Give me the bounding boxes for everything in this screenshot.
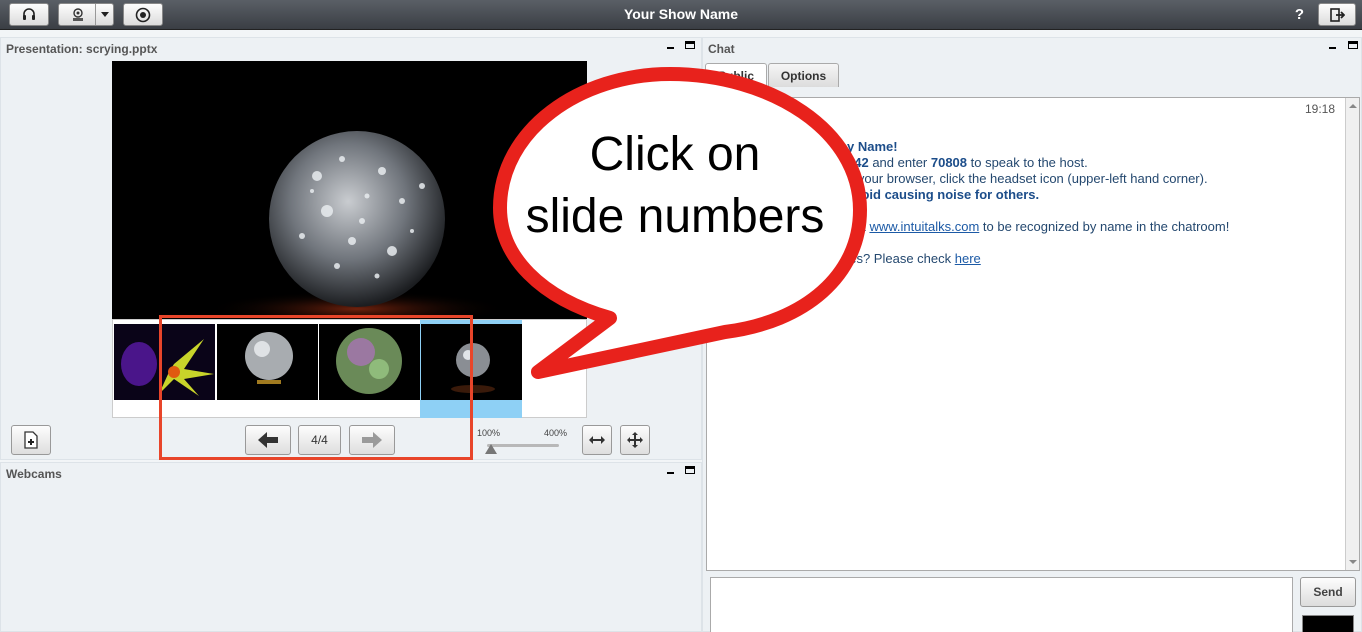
maximize-icon[interactable] — [685, 41, 695, 49]
zoom-slider-handle[interactable] — [485, 444, 497, 454]
fit-width-button[interactable] — [582, 425, 612, 455]
send-button[interactable]: Send — [1300, 577, 1356, 607]
minimize-icon[interactable] — [667, 47, 674, 49]
move-button[interactable] — [620, 425, 650, 455]
highlight-box — [159, 315, 473, 460]
text-color-picker[interactable] — [1302, 615, 1354, 632]
here-link[interactable]: here — [955, 251, 981, 266]
move-arrows-icon — [627, 432, 643, 448]
zoom-max-label: 400% — [544, 428, 568, 438]
logout-icon — [1330, 7, 1345, 22]
scroll-down-icon[interactable] — [1346, 556, 1360, 568]
logout-button[interactable] — [1318, 3, 1356, 26]
chat-input[interactable] — [710, 577, 1293, 632]
upload-document-icon — [24, 431, 38, 449]
fit-width-icon — [589, 436, 605, 444]
chat-scrollbar[interactable] — [1345, 98, 1359, 570]
chat-register-line: at www.intuitalks.com to be recognized b… — [855, 219, 1230, 234]
help-button[interactable]: ? — [1295, 6, 1304, 23]
zoom-slider-track[interactable] — [487, 444, 559, 447]
chat-timestamp: 19:18 — [1304, 102, 1335, 116]
chat-headset-line: a your browser, click the headset icon (… — [847, 171, 1208, 186]
chat-title: Chat — [708, 42, 735, 56]
upload-button[interactable] — [11, 425, 51, 455]
maximize-icon[interactable] — [1348, 41, 1358, 49]
presentation-title: Presentation: scrying.pptx — [6, 42, 158, 56]
minimize-icon[interactable] — [667, 472, 674, 474]
webcams-title: Webcams — [6, 467, 62, 481]
webcams-panel: Webcams — [0, 462, 702, 632]
bubble-text: Click on slide numbers — [525, 128, 825, 243]
show-title: Your Show Name — [623, 6, 739, 22]
minimize-icon[interactable] — [1329, 47, 1336, 49]
maximize-icon[interactable] — [685, 466, 695, 474]
top-bar: Your Show Name ? — [0, 0, 1362, 30]
zoom-min-label: 100% — [477, 428, 501, 438]
scroll-up-icon[interactable] — [1346, 100, 1360, 112]
